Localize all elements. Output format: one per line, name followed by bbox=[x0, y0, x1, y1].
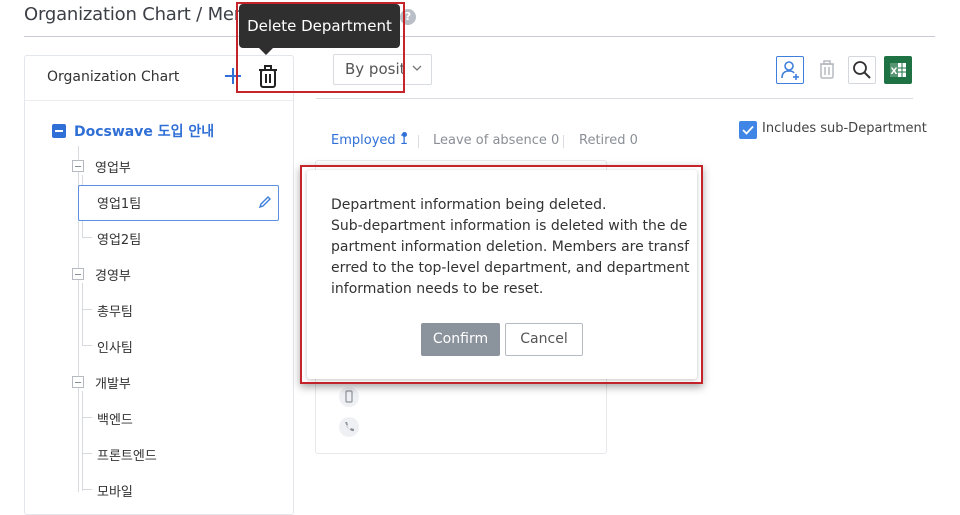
search-button[interactable] bbox=[848, 56, 876, 84]
collapse-toggle-root[interactable] bbox=[52, 124, 66, 138]
tab-retired[interactable]: Retired 0 bbox=[579, 133, 638, 148]
tab-separator bbox=[418, 135, 419, 148]
mobile-icon bbox=[339, 387, 359, 407]
tree-connector bbox=[82, 453, 92, 454]
new-indicator-dot bbox=[402, 132, 407, 137]
trash-icon bbox=[820, 60, 834, 79]
tree-connector bbox=[82, 489, 92, 490]
tab-employed[interactable]: Employed 1 bbox=[331, 133, 408, 148]
collapse-toggle-group[interactable] bbox=[72, 376, 84, 388]
edit-pencil-icon[interactable] bbox=[258, 194, 272, 210]
tree-connector bbox=[82, 237, 92, 238]
dialog-message-line: information needs to be reset. bbox=[331, 281, 544, 297]
tree-item-label[interactable]: 총무팀 bbox=[97, 301, 133, 320]
dialog-message-line: erred to the top-level department, and d… bbox=[331, 260, 690, 276]
dialog-message-line: partment information deletion. Members a… bbox=[331, 239, 690, 255]
tree-item-label[interactable]: 영업2팀 bbox=[97, 229, 141, 248]
phone-icon bbox=[339, 417, 359, 437]
tree-item-label[interactable]: 프론트엔드 bbox=[97, 445, 157, 464]
add-user-icon bbox=[781, 61, 799, 80]
tree-group-label[interactable]: 경영부 bbox=[95, 265, 131, 284]
tree-item-label[interactable]: 영업1팀 bbox=[97, 193, 141, 212]
add-member-button[interactable] bbox=[776, 56, 804, 84]
collapse-toggle-group[interactable] bbox=[72, 268, 84, 280]
tree-root-label[interactable]: Docswave 도입 안내 bbox=[74, 121, 214, 141]
tree-item-label[interactable]: 인사팀 bbox=[97, 337, 133, 356]
checkmark-icon bbox=[742, 125, 754, 135]
dialog-message-line: Department information being deleted. bbox=[331, 197, 607, 213]
tree-group-label[interactable]: 영업부 bbox=[95, 157, 131, 176]
tree-group-label[interactable]: 개발부 bbox=[95, 373, 131, 392]
chevron-down-icon bbox=[412, 62, 422, 74]
delete-member-button[interactable] bbox=[813, 56, 841, 84]
cancel-button[interactable]: Cancel bbox=[505, 323, 583, 356]
includes-sub-department-label: Includes sub-Department bbox=[762, 121, 927, 136]
tab-leave-of-absence[interactable]: Leave of absence 0 bbox=[433, 133, 559, 148]
dialog-message-line: Sub-department information is deleted wi… bbox=[331, 218, 688, 234]
svg-text:X: X bbox=[891, 67, 898, 77]
dialog-message: Department information being deleted. Su… bbox=[331, 195, 690, 300]
tree-connector bbox=[82, 309, 92, 310]
org-panel-title: Organization Chart bbox=[47, 69, 180, 85]
confirm-button[interactable]: Confirm bbox=[421, 323, 500, 356]
tab-separator bbox=[563, 135, 564, 148]
tooltip-arrow bbox=[259, 48, 273, 55]
excel-export-button[interactable]: X bbox=[884, 56, 912, 84]
collapse-toggle-group[interactable] bbox=[72, 160, 84, 172]
tree-connector bbox=[82, 345, 92, 346]
tree-connector bbox=[82, 283, 83, 345]
includes-sub-department-checkbox[interactable] bbox=[739, 121, 757, 139]
panel-divider bbox=[25, 100, 293, 101]
tree-connector bbox=[82, 391, 83, 491]
page-title: Organization Chart / Mem bbox=[24, 4, 252, 25]
tree-item-label[interactable]: 백엔드 bbox=[97, 409, 133, 428]
tree-connector bbox=[82, 417, 92, 418]
toolbar-divider bbox=[316, 98, 913, 99]
title-divider bbox=[24, 36, 935, 37]
tree-item-label[interactable]: 모바일 bbox=[97, 481, 133, 500]
search-icon bbox=[853, 61, 871, 79]
delete-department-tooltip: Delete Department bbox=[239, 4, 400, 48]
excel-icon: X bbox=[890, 63, 906, 77]
